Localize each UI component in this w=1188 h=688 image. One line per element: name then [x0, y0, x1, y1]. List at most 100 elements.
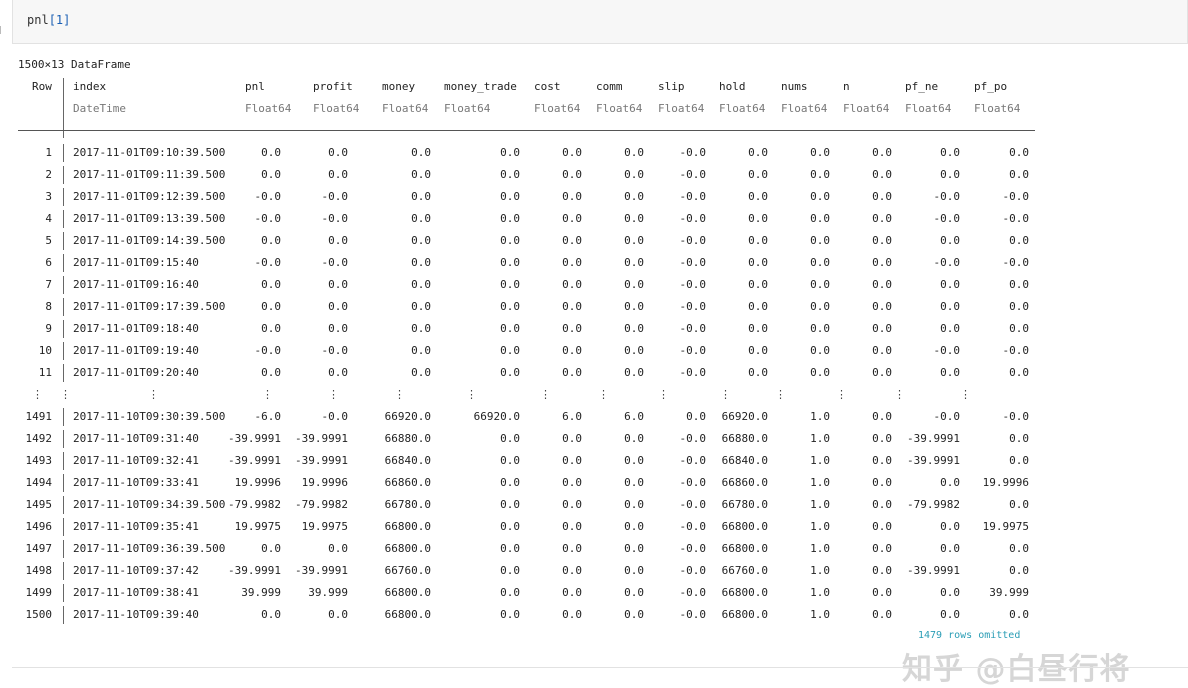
table-cell: 19.9975 — [234, 520, 281, 533]
table-cell: 0.0 — [748, 168, 768, 181]
table-cell: 0.0 — [328, 366, 348, 379]
table-cell: 0.0 — [748, 256, 768, 269]
column-type-nums: Float64 — [781, 102, 828, 115]
table-cell: 0.0 — [562, 146, 582, 159]
table-cell: -0.0 — [679, 212, 707, 225]
table-cell: 2017-11-10T09:30:39.500 — [73, 410, 226, 423]
ellipsis-mark: ⋮ — [598, 388, 609, 401]
table-cell: 19.9996 — [234, 476, 281, 489]
table-cell: 0.0 — [500, 586, 520, 599]
column-type-hold: Float64 — [719, 102, 766, 115]
table-cell: 0.0 — [872, 366, 892, 379]
column-header-hold: hold — [719, 80, 746, 93]
table-cell: 0.0 — [624, 212, 644, 225]
table-cell: 0.0 — [810, 300, 830, 313]
table-cell: 0.0 — [872, 432, 892, 445]
table-cell: 2017-11-01T09:14:39.500 — [73, 234, 226, 247]
table-cell: 0.0 — [940, 520, 960, 533]
table-cell: 0.0 — [940, 586, 960, 599]
ellipsis-mark: ⋮ — [960, 388, 971, 401]
code-variable: pnl — [27, 13, 49, 27]
code-index: [1] — [48, 13, 71, 27]
row-separator — [63, 474, 64, 492]
table-cell: 0.0 — [411, 344, 431, 357]
table-cell: 0.0 — [411, 322, 431, 335]
table-cell: 0.0 — [1009, 608, 1029, 621]
table-cell: 0.0 — [500, 256, 520, 269]
table-cell: 0.0 — [872, 586, 892, 599]
table-cell: 0.0 — [810, 146, 830, 159]
table-cell: 2017-11-01T09:20:40 — [73, 366, 199, 379]
table-cell: -0.0 — [1002, 212, 1030, 225]
table-cell: 0.0 — [328, 168, 348, 181]
table-cell: 0.0 — [500, 234, 520, 247]
table-cell: 0.0 — [562, 234, 582, 247]
table-cell: 1.0 — [810, 564, 830, 577]
table-cell: 19.9996 — [301, 476, 348, 489]
table-cell: 1.0 — [810, 432, 830, 445]
column-header-slip: slip — [658, 80, 685, 93]
table-cell: 0.0 — [940, 146, 960, 159]
table-cell: 0.0 — [328, 278, 348, 291]
table-cell: 1.0 — [810, 498, 830, 511]
table-cell: 0.0 — [411, 146, 431, 159]
table-cell: 0.0 — [562, 520, 582, 533]
table-cell: 0.0 — [562, 542, 582, 555]
table-cell: 6.0 — [624, 410, 644, 423]
table-cell: -39.9991 — [295, 432, 348, 445]
table-cell: 0.0 — [562, 212, 582, 225]
ellipsis-mark: ⋮ — [720, 388, 731, 401]
table-cell: 0.0 — [500, 608, 520, 621]
row-separator-ellipsis: ⋮ — [60, 388, 71, 401]
column-header-money-trade: money_trade — [444, 80, 517, 93]
table-cell: 0.0 — [810, 190, 830, 203]
table-cell: 0.0 — [624, 454, 644, 467]
table-cell: -0.0 — [679, 366, 707, 379]
table-cell: -79.9982 — [295, 498, 348, 511]
table-cell: 2017-11-10T09:36:39.500 — [73, 542, 226, 555]
table-cell: 0.0 — [810, 366, 830, 379]
table-cell: 0.0 — [872, 300, 892, 313]
row-number: 1491 — [25, 410, 53, 423]
table-cell: 0.0 — [872, 278, 892, 291]
table-cell: 0.0 — [411, 234, 431, 247]
code-cell-input[interactable]: pnl[1] — [12, 0, 1188, 44]
table-cell: 0.0 — [500, 146, 520, 159]
table-cell: 66920.0 — [473, 410, 520, 423]
table-cell: 0.0 — [562, 432, 582, 445]
table-cell: 0.0 — [624, 542, 644, 555]
table-cell: 0.0 — [562, 454, 582, 467]
table-cell: 0.0 — [940, 300, 960, 313]
table-cell: 0.0 — [1009, 300, 1029, 313]
table-cell: 0.0 — [328, 146, 348, 159]
row-separator — [63, 584, 64, 602]
table-cell: 0.0 — [411, 212, 431, 225]
table-cell: 0.0 — [748, 190, 768, 203]
table-cell: -0.0 — [933, 256, 961, 269]
column-header-comm: comm — [596, 80, 623, 93]
column-type-pf-ne: Float64 — [905, 102, 952, 115]
table-cell: -0.0 — [933, 344, 961, 357]
ellipsis-mark: ⋮ — [328, 388, 339, 401]
table-cell: 0.0 — [1009, 366, 1029, 379]
table-cell: 0.0 — [500, 498, 520, 511]
table-cell: -39.9991 — [228, 454, 281, 467]
row-separator — [63, 540, 64, 558]
row-separator — [63, 276, 64, 294]
table-cell: 0.0 — [1009, 278, 1029, 291]
table-cell: 19.9975 — [301, 520, 348, 533]
table-cell: 1.0 — [810, 542, 830, 555]
code-line[interactable]: pnl[1] — [27, 13, 70, 27]
table-cell: 0.0 — [1009, 564, 1029, 577]
watermark-logo: 知乎 @白昼行将 — [902, 652, 1131, 687]
table-cell: -0.0 — [1002, 344, 1030, 357]
table-cell: 66800.0 — [384, 520, 431, 533]
table-cell: 0.0 — [624, 146, 644, 159]
table-cell: 0.0 — [261, 234, 281, 247]
row-separator — [63, 210, 64, 228]
table-cell: 0.0 — [940, 476, 960, 489]
table-cell: 0.0 — [748, 212, 768, 225]
column-header-pnl: pnl — [245, 80, 265, 93]
table-cell: 0.0 — [940, 366, 960, 379]
table-cell: 66760.0 — [721, 564, 768, 577]
